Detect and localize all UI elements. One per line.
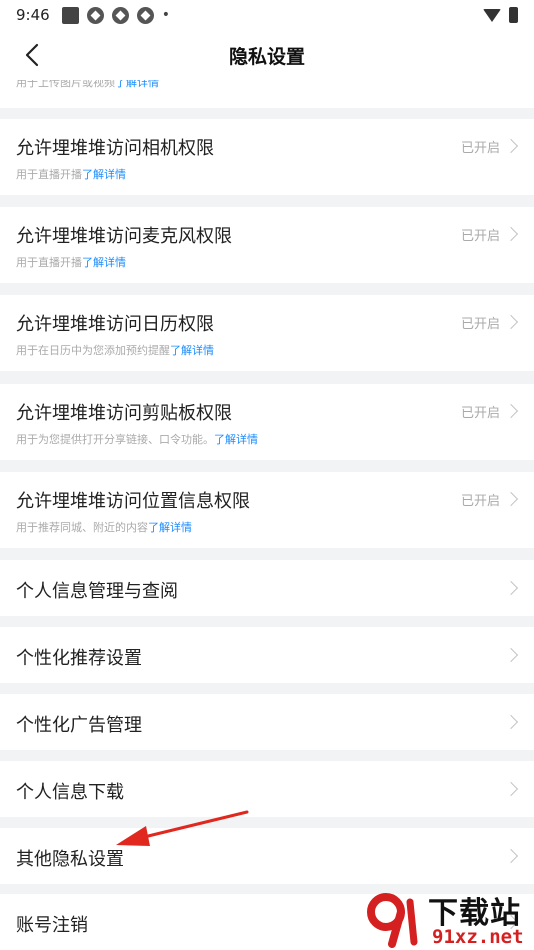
status-time: 9:46 [16, 6, 50, 24]
chevron-right-icon [503, 491, 519, 507]
wifi-icon [483, 8, 501, 22]
app-notification-icon [86, 6, 104, 24]
app-notification-icon [136, 6, 154, 24]
page-title: 隐私设置 [228, 46, 305, 68]
chevron-right-icon [503, 647, 519, 663]
chevron-right-icon [503, 138, 519, 154]
chevron-right-icon [503, 314, 519, 330]
navigation-bar: 隐私设置 [0, 30, 534, 80]
menu-item-other-privacy-settings[interactable]: 其他隐私设置 [0, 828, 534, 884]
permission-row-clipboard[interactable]: 允许埋堆堆访问剪贴板权限 用于为您提供打开分享链接、口令功能。了解详情 已开启 [0, 384, 534, 460]
learn-more-link[interactable]: 了解详情 [82, 256, 126, 269]
menu-item-label: 个人信息管理与查阅 [16, 581, 178, 602]
permission-subtitle: 用于在日历中为您添加预约提醒了解详情 [16, 344, 214, 357]
app-notification-icon [111, 6, 129, 24]
watermark-url: 91xz.net [432, 926, 524, 948]
permission-title: 允许埋堆堆访问相机权限 [16, 138, 214, 159]
notification-icon [61, 6, 79, 24]
menu-item-label: 个性化广告管理 [16, 715, 142, 736]
permission-subtitle: 用于推荐同城、附近的内容了解详情 [16, 521, 192, 534]
permission-status: 已开启 [460, 141, 500, 156]
chevron-right-icon [503, 580, 519, 596]
permission-title: 允许埋堆堆访问剪贴板权限 [16, 403, 232, 424]
watermark-logo-icon [367, 893, 418, 948]
permission-row-location[interactable]: 允许埋堆堆访问位置信息权限 用于推荐同城、附近的内容了解详情 已开启 [0, 472, 534, 548]
menu-item-personalized-ads[interactable]: 个性化广告管理 [0, 694, 534, 750]
chevron-right-icon [503, 714, 519, 730]
permission-title: 允许埋堆堆访问麦克风权限 [16, 226, 232, 247]
menu-item-personalized-recommendation[interactable]: 个性化推荐设置 [0, 627, 534, 683]
permission-status: 已开启 [460, 494, 500, 509]
permission-status: 已开启 [460, 317, 500, 332]
more-notifications-dot: • [161, 7, 170, 23]
battery-icon [509, 7, 518, 23]
learn-more-link[interactable]: 了解详情 [82, 168, 126, 181]
chevron-right-icon [503, 403, 519, 419]
permission-row-calendar[interactable]: 允许埋堆堆访问日历权限 用于在日历中为您添加预约提醒了解详情 已开启 [0, 295, 534, 371]
partial-permission-row[interactable]: 用于上传图片或视频了解详情 [0, 80, 534, 108]
learn-more-link[interactable]: 了解详情 [115, 80, 159, 89]
menu-item-label: 个性化推荐设置 [16, 648, 142, 669]
permission-status: 已开启 [460, 229, 500, 244]
permission-subtitle: 用于直播开播了解详情 [16, 168, 126, 181]
learn-more-link[interactable]: 了解详情 [214, 433, 258, 446]
watermark: 下载站 91xz.net [362, 888, 534, 950]
menu-item-label: 个人信息下载 [16, 782, 124, 803]
chevron-right-icon [503, 226, 519, 242]
chevron-right-icon [503, 848, 519, 864]
menu-item-personal-info-management[interactable]: 个人信息管理与查阅 [0, 560, 534, 616]
learn-more-link[interactable]: 了解详情 [148, 521, 192, 534]
menu-item-label: 账号注销 [16, 915, 88, 936]
status-bar: 9:46 • [0, 0, 534, 30]
permission-status: 已开启 [460, 406, 500, 421]
permission-row-camera[interactable]: 允许埋堆堆访问相机权限 用于直播开播了解详情 已开启 [0, 119, 534, 195]
menu-item-label: 其他隐私设置 [16, 849, 124, 870]
permission-subtitle: 用于直播开播了解详情 [16, 256, 126, 269]
menu-item-personal-info-download[interactable]: 个人信息下载 [0, 761, 534, 817]
permission-title: 允许埋堆堆访问位置信息权限 [16, 491, 250, 512]
permission-title: 允许埋堆堆访问日历权限 [16, 314, 214, 335]
permission-subtitle: 用于上传图片或视频了解详情 [16, 80, 159, 90]
learn-more-link[interactable]: 了解详情 [170, 344, 214, 357]
permission-row-microphone[interactable]: 允许埋堆堆访问麦克风权限 用于直播开播了解详情 已开启 [0, 207, 534, 283]
chevron-right-icon [503, 781, 519, 797]
permission-subtitle: 用于为您提供打开分享链接、口令功能。了解详情 [16, 433, 258, 446]
